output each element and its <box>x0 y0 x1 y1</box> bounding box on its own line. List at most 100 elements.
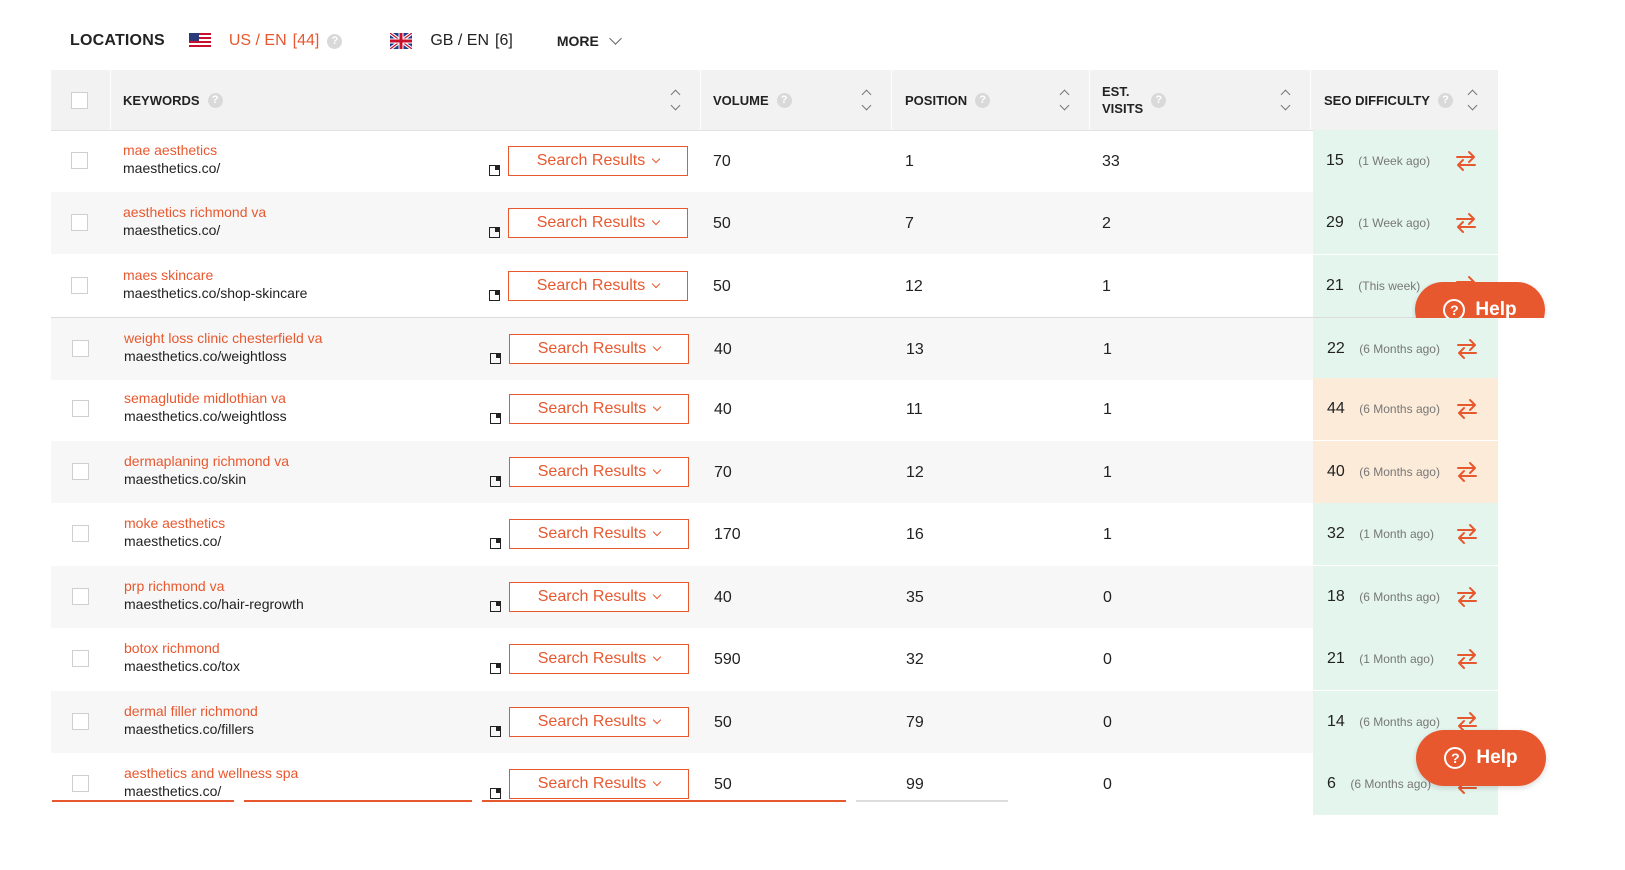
sort-keywords-icon[interactable] <box>670 87 682 115</box>
row-checkbox[interactable] <box>72 463 89 480</box>
location-us-en[interactable]: US / EN [44] ? <box>188 32 343 50</box>
help-button-ghost[interactable]: ? Help <box>1415 282 1545 318</box>
search-results-button[interactable]: Search Results <box>509 769 689 799</box>
external-link-icon[interactable] <box>489 165 500 176</box>
row-checkbox[interactable] <box>71 277 88 294</box>
volume-value: 50 <box>714 776 732 793</box>
sort-seo-icon[interactable] <box>1467 87 1479 115</box>
row-checkbox[interactable] <box>72 713 89 730</box>
header-keywords-label: KEYWORDS <box>123 92 200 108</box>
seo-updated-ago: (1 Week ago) <box>1358 154 1431 168</box>
search-results-button[interactable]: Search Results <box>508 208 688 238</box>
help-tooltip-icon[interactable]: ? <box>1151 92 1167 108</box>
seo-difficulty-value: 40 <box>1327 463 1345 480</box>
ranking-url: maesthetics.co/tox <box>124 658 240 674</box>
keyword-link[interactable]: dermal filler richmond <box>124 703 258 720</box>
header-keywords[interactable]: KEYWORDS ? <box>123 70 223 130</box>
search-results-button[interactable]: Search Results <box>509 519 689 549</box>
search-results-button[interactable]: Search Results <box>509 644 689 674</box>
keyword-link[interactable]: maes skincare <box>123 267 307 284</box>
location-gb-en[interactable]: GB / EN [6] <box>390 32 513 50</box>
external-link-icon[interactable] <box>490 353 501 364</box>
search-results-button[interactable]: Search Results <box>509 394 689 424</box>
search-results-button[interactable]: Search Results <box>509 582 689 612</box>
row-checkbox[interactable] <box>72 340 89 357</box>
volume-value: 50 <box>713 278 731 295</box>
row-checkbox[interactable] <box>71 214 88 231</box>
row-checkbox[interactable] <box>72 775 89 792</box>
keyword-link[interactable]: botox richmond <box>124 640 240 657</box>
chevron-down-icon <box>608 31 622 45</box>
external-link-icon[interactable] <box>490 663 501 674</box>
header-position[interactable]: POSITION ? <box>905 70 991 130</box>
keyword-link[interactable]: moke aesthetics <box>124 515 225 532</box>
seo-difficulty-value: 18 <box>1327 588 1345 605</box>
keyword-link[interactable]: dermaplaning richmond va <box>124 453 289 470</box>
ranking-url: maesthetics.co/ <box>123 160 221 176</box>
refresh-swap-icon[interactable] <box>1455 338 1479 360</box>
external-link-icon[interactable] <box>489 290 500 301</box>
keyword-link[interactable]: prp richmond va <box>124 578 304 595</box>
external-link-icon[interactable] <box>490 476 501 487</box>
select-all-checkbox[interactable] <box>71 91 88 109</box>
help-tooltip-icon[interactable]: ? <box>776 92 792 108</box>
header-visits-line1: EST. <box>1102 84 1130 99</box>
search-results-button[interactable]: Search Results <box>509 707 689 737</box>
sort-volume-icon[interactable] <box>861 87 873 115</box>
header-volume[interactable]: VOLUME ? <box>713 70 792 130</box>
row-checkbox[interactable] <box>72 588 89 605</box>
row-checkbox[interactable] <box>72 650 89 667</box>
refresh-swap-icon[interactable] <box>1454 212 1478 234</box>
keyword-link[interactable]: semaglutide midlothian va <box>124 390 287 407</box>
refresh-swap-icon[interactable] <box>1455 648 1479 670</box>
header-est-visits[interactable]: EST. VISITS ? <box>1102 70 1167 130</box>
external-link-icon[interactable] <box>490 538 501 549</box>
header-seo-difficulty[interactable]: SEO DIFFICULTY ? <box>1324 70 1453 130</box>
external-link-icon[interactable] <box>490 788 501 799</box>
ranking-url: maesthetics.co/weightloss <box>124 348 287 364</box>
help-tooltip-icon[interactable]: ? <box>975 92 991 108</box>
keyword-link[interactable]: aesthetics richmond va <box>123 204 266 221</box>
search-results-button[interactable]: Search Results <box>509 457 689 487</box>
help-tooltip-icon[interactable]: ? <box>1437 92 1453 108</box>
footer-input-border <box>52 800 234 802</box>
more-locations-dropdown[interactable]: MORE <box>557 31 622 49</box>
refresh-swap-icon[interactable] <box>1455 461 1479 483</box>
table-row: botox richmond maesthetics.co/tox Search… <box>51 628 1498 690</box>
external-link-icon[interactable] <box>490 726 501 737</box>
external-link-icon[interactable] <box>490 601 501 612</box>
keyword-link[interactable]: aesthetics and wellness spa <box>124 765 298 782</box>
position-value: 1 <box>905 153 914 170</box>
ranking-url: maesthetics.co/shop-skincare <box>123 285 308 301</box>
refresh-swap-icon[interactable] <box>1455 398 1479 420</box>
visits-value: 0 <box>1103 776 1112 793</box>
external-link-icon[interactable] <box>489 227 500 238</box>
external-link-icon[interactable] <box>490 413 501 424</box>
seo-difficulty-value: 32 <box>1327 525 1345 542</box>
search-results-button[interactable]: Search Results <box>508 146 688 176</box>
search-results-label: Search Results <box>537 588 647 605</box>
keyword-link[interactable]: weight loss clinic chesterfield va <box>124 330 322 347</box>
row-checkbox[interactable] <box>72 525 89 542</box>
refresh-swap-icon[interactable] <box>1455 523 1479 545</box>
ranking-url: maesthetics.co/ <box>124 533 222 549</box>
row-checkbox[interactable] <box>72 400 89 417</box>
sort-position-icon[interactable] <box>1059 87 1071 115</box>
volume-value: 50 <box>714 714 732 731</box>
refresh-swap-icon[interactable] <box>1455 586 1479 608</box>
visits-value: 33 <box>1102 153 1120 170</box>
help-tooltip-icon[interactable]: ? <box>207 92 223 108</box>
help-button-partial[interactable]: ? Help <box>1412 282 1547 318</box>
search-results-button[interactable]: Search Results <box>508 271 688 301</box>
help-tooltip-icon[interactable]: ? <box>327 33 343 49</box>
chevron-down-icon <box>652 279 661 289</box>
refresh-swap-icon[interactable] <box>1454 150 1478 172</box>
search-results-button[interactable]: Search Results <box>509 334 689 364</box>
seo-difficulty-value: 6 <box>1327 775 1336 792</box>
help-button[interactable]: ? Help <box>1416 730 1546 786</box>
position-value: 13 <box>906 341 924 358</box>
row-checkbox[interactable] <box>71 152 88 169</box>
keyword-link[interactable]: mae aesthetics <box>123 142 220 159</box>
visits-value: 2 <box>1102 215 1111 232</box>
sort-visits-icon[interactable] <box>1280 87 1292 115</box>
